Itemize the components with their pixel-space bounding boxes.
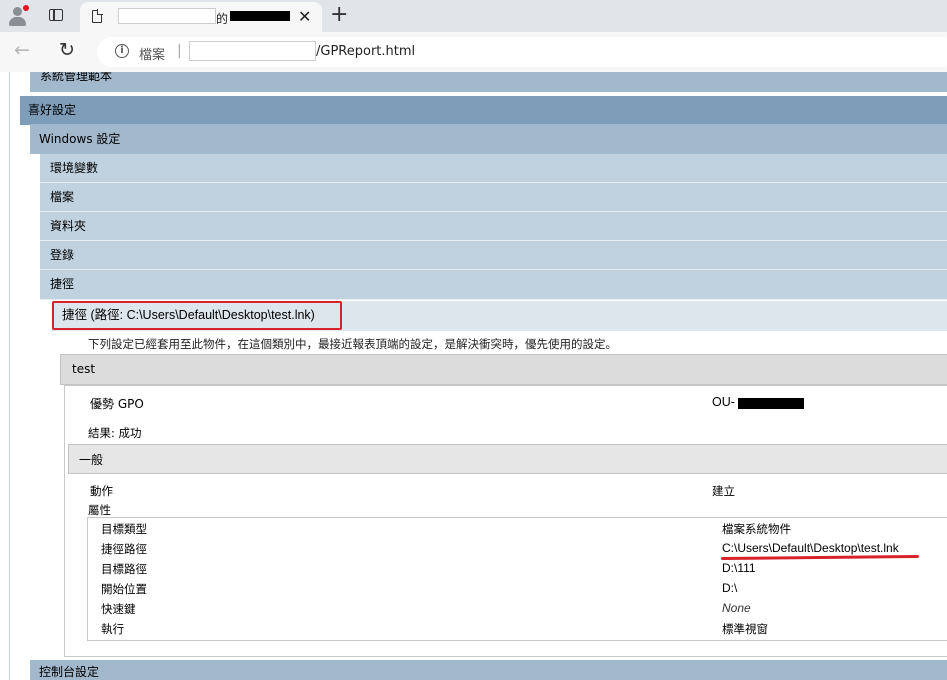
browser-tab[interactable]: 的 ✕ <box>80 2 322 32</box>
profile-head <box>13 7 22 16</box>
notification-dot-icon <box>23 5 29 11</box>
prop-name-start-in: 開始位置 <box>101 582 147 596</box>
prop-name-run: 執行 <box>101 622 124 636</box>
category-files[interactable]: 檔案 <box>40 183 947 212</box>
category-registry-label: 登錄 <box>50 248 75 262</box>
section-preferences-label: 喜好設定 <box>28 103 77 117</box>
prop-value-start-in: D:\ <box>722 581 738 595</box>
url-scheme-label: 檔案 <box>139 48 166 63</box>
tab-actions-icon[interactable] <box>49 9 63 21</box>
section-windows-settings[interactable]: Windows 設定 <box>30 124 947 154</box>
action-value: 建立 <box>712 484 735 498</box>
site-info-icon[interactable]: i <box>115 44 129 58</box>
tab-title-redacted-black <box>230 11 290 21</box>
close-tab-icon[interactable]: ✕ <box>298 7 311 27</box>
prop-value-target-type: 檔案系統物件 <box>722 522 791 536</box>
highlight-box <box>52 301 342 330</box>
general-label: 一般 <box>79 453 104 467</box>
section-control-panel[interactable]: 控制台設定 <box>30 660 947 680</box>
category-shortcuts[interactable]: 捷徑 <box>40 270 947 300</box>
section-windows-settings-label: Windows 設定 <box>39 132 121 146</box>
reload-button[interactable]: ↻ <box>59 39 75 61</box>
category-environment[interactable]: 環境變數 <box>40 154 947 183</box>
prop-name-shortcut-path: 捷徑路徑 <box>101 542 147 556</box>
result-status: 結果: 成功 <box>88 426 142 440</box>
profile-avatar-icon[interactable] <box>6 4 30 28</box>
prop-value-hotkey: None <box>722 601 751 615</box>
new-tab-button[interactable]: + <box>330 3 348 27</box>
prop-name-target-type: 目標類型 <box>101 522 147 536</box>
general-header[interactable]: 一般 <box>68 444 947 474</box>
prop-value-shortcut-path: C:\Users\Default\Desktop\test.lnk <box>722 541 899 555</box>
properties-label: 屬性 <box>88 503 111 517</box>
prop-name-target-path: 目標路徑 <box>101 562 147 576</box>
tab-title-redacted <box>118 8 216 24</box>
properties-panel <box>87 517 947 641</box>
category-folders-label: 資料夾 <box>50 219 87 233</box>
url-redacted <box>189 41 316 61</box>
section-admin-templates[interactable]: 系統管理範本 <box>30 72 947 92</box>
category-registry[interactable]: 登錄 <box>40 241 947 270</box>
category-environment-label: 環境變數 <box>50 161 99 175</box>
page-document-icon <box>92 9 103 23</box>
url-field[interactable]: i 檔案 | /GPReport.html <box>97 37 947 67</box>
category-files-label: 檔案 <box>50 190 75 204</box>
winning-gpo-redacted <box>738 398 804 409</box>
tree-left-border <box>9 72 10 680</box>
gpo-header[interactable]: test <box>60 354 947 385</box>
profile-body <box>9 17 26 26</box>
section-preferences[interactable]: 喜好設定 <box>20 96 947 125</box>
section-control-panel-label: 控制台設定 <box>39 665 100 679</box>
prop-value-run: 標準視窗 <box>722 622 768 636</box>
address-bar: ← ↻ i 檔案 | /GPReport.html <box>0 32 947 73</box>
tab-strip: 的 ✕ + <box>0 0 947 32</box>
back-button[interactable]: ← <box>14 40 30 60</box>
winning-gpo-label: 優勢 GPO <box>90 397 144 411</box>
prop-value-target-path: D:\111 <box>722 561 756 575</box>
category-shortcuts-label: 捷徑 <box>50 277 75 291</box>
report-content: 系統管理範本 喜好設定 Windows 設定 環境變數 檔案 資料夾 登錄 捷徑… <box>0 72 947 680</box>
winning-gpo-value: OU- <box>712 395 735 409</box>
precedence-note: 下列設定已經套用至此物件，在這個類別中，最接近報表頂端的設定，是解決衝突時，優先… <box>88 337 617 351</box>
section-admin-templates-label: 系統管理範本 <box>40 72 113 83</box>
url-text: /GPReport.html <box>316 44 416 59</box>
url-separator: | <box>177 43 182 59</box>
tab-title: 的 <box>216 12 229 26</box>
prop-name-hotkey: 快速鍵 <box>101 602 136 616</box>
category-folders[interactable]: 資料夾 <box>40 212 947 241</box>
gpo-name: test <box>72 362 96 376</box>
action-label: 動作 <box>90 484 113 498</box>
